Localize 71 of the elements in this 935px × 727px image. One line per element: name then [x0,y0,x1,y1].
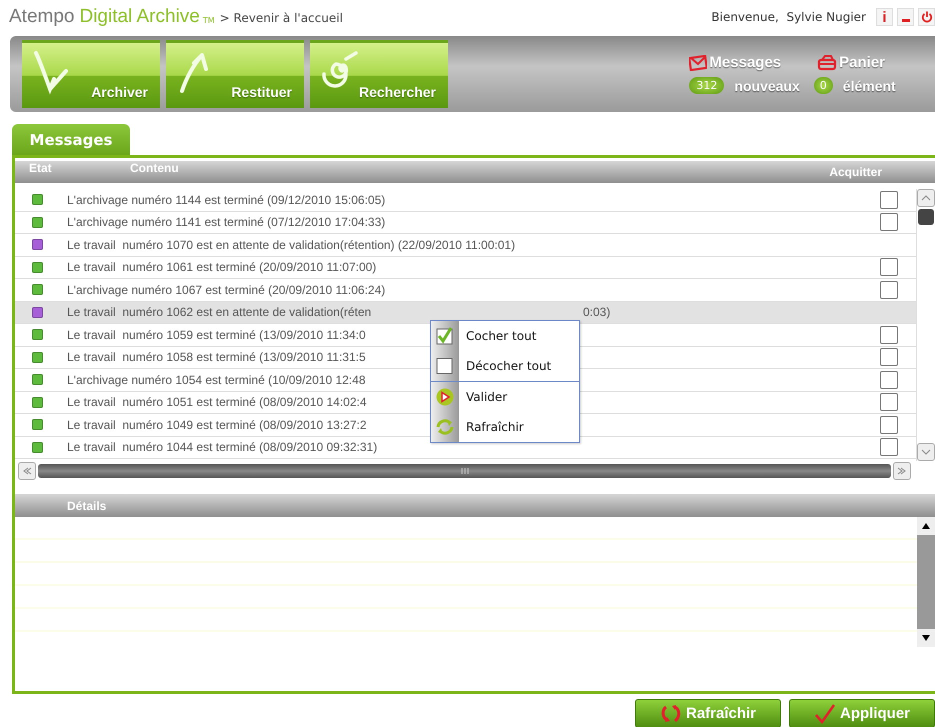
message-text: L'archivage numéro 1054 est terminé (10/09/2010 12:48 [67,372,366,387]
message-text: Le travail numéro 1061 est terminé (20/09/2010 11:07:00) [67,260,376,274]
minimize-icon [902,18,910,22]
acknowledge-checkbox[interactable] [880,280,898,299]
message-text: Le travail numéro 1062 est en attente de validation(réten [67,305,372,320]
restore-button[interactable]: Restituer [166,40,304,108]
basket-link[interactable]: Panier [817,54,885,71]
acknowledge-checkbox[interactable] [880,370,898,389]
count-badge: 0 [814,77,833,94]
chevron-right-icon [897,467,907,475]
envelope-icon [689,54,708,70]
welcome-text: Bienvenue, Sylvie Nugier [711,10,866,24]
column-header[interactable]: Acquitter [829,165,882,179]
acknowledge-checkbox[interactable] [880,326,898,344]
down-triangle-icon [922,635,930,641]
checkmark-icon [814,704,836,724]
acknowledge-checkbox[interactable] [880,416,898,434]
messages-link[interactable]: Messages [689,54,782,71]
message-text: L'archivage numéro 1144 est terminé (09/12/2010 15:06:05) [67,192,386,207]
logo-product: Digital Archive [79,6,200,28]
vertical-scrollbar[interactable] [917,517,935,647]
play-icon [436,388,454,406]
chevron-down-icon [921,448,931,456]
logo-brand: Atempo [9,6,74,28]
grip-icon [460,468,470,474]
menu-item[interactable]: Cocher tout [431,321,579,351]
acknowledge-checkbox[interactable] [880,393,898,412]
up-triangle-icon [922,523,930,529]
archive-button[interactable]: Archiver [22,40,160,108]
chevron-left-icon [22,467,32,475]
message-text: Le travail numéro 1070 est en attente de validation(rétention) (22/09/2010 11:00:01) [67,238,516,252]
count-badge: 312 [689,77,724,94]
message-text: L'archivage numéro 1067 est terminé (20/09/2010 11:06:24) [67,282,386,297]
message-text: Le travail numéro 1051 est terminé (08/09/2010 14:02:4 [67,395,367,410]
checked-box-icon [436,327,454,345]
menu-item[interactable]: Valider [431,381,579,412]
tab[interactable]: Messages [12,124,130,155]
trademark-mark: TM [202,16,215,25]
count-label: élément [842,78,896,94]
acknowledge-checkbox[interactable] [880,258,898,276]
refresh-icon [660,704,682,724]
section-title: Détails [67,498,106,512]
vertical-scrollbar[interactable] [916,189,935,461]
acknowledge-checkbox[interactable] [880,348,898,366]
menu-item[interactable]: Décocher tout [431,351,579,381]
count-label: nouveaux [734,78,800,94]
basket-icon [817,54,838,70]
empty-box-icon [436,357,454,375]
message-text: L'archivage numéro 1141 est terminé (07/12/2010 17:04:33) [67,215,386,230]
search-button[interactable]: Rechercher [310,40,448,108]
home-link[interactable]: > Revenir à l'accueil [220,11,343,25]
message-text: Le travail numéro 1059 est terminé (13/09/2010 11:34:0 [67,328,366,342]
column-header[interactable]: Contenu [130,161,179,175]
refresh-icon [436,418,454,436]
message-text: Le travail numéro 1049 est terminé (08/09/2010 13:27:2 [67,418,367,432]
message-text: 0:03) [583,305,610,320]
acknowledge-checkbox[interactable] [880,213,898,232]
scroll-thumb[interactable] [917,535,935,629]
refresh-button[interactable]: Rafraîchir [635,699,781,727]
menu-item[interactable]: Rafraîchir [431,412,579,442]
chevron-up-icon [921,194,931,202]
minimize-button[interactable] [897,8,914,26]
apply-button[interactable]: Appliquer [789,699,935,727]
power-button[interactable] [918,8,935,26]
message-text: Le travail numéro 1044 est terminé (08/09/2010 09:32:31) [67,440,378,454]
info-button[interactable]: i [876,8,893,26]
acknowledge-checkbox[interactable] [880,190,898,209]
scroll-thumb[interactable] [918,209,934,225]
acknowledge-checkbox[interactable] [880,438,898,456]
column-header[interactable]: Etat [29,161,52,175]
message-text: Le travail numéro 1058 est terminé (13/09/2010 11:31:5 [67,350,366,364]
